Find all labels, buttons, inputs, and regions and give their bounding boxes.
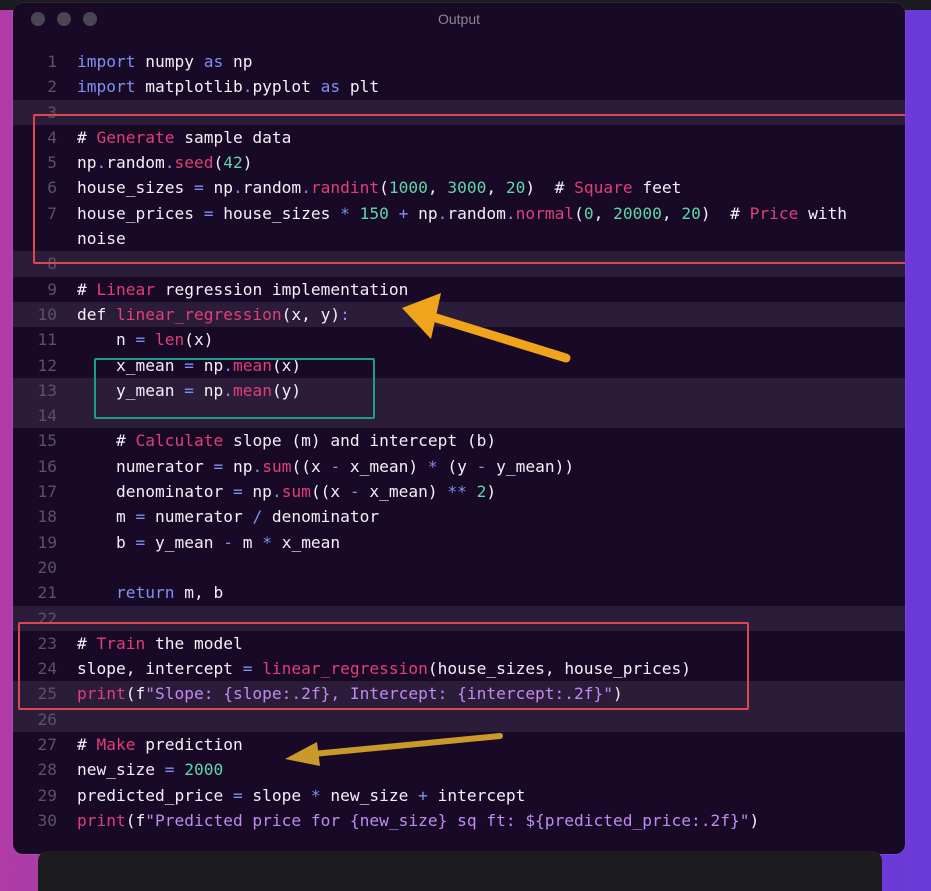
bottom-panel — [38, 851, 882, 891]
output-window: Output 1 import numpy as np 2 import matplo… — [13, 3, 905, 854]
annotation-arrows — [285, 293, 571, 766]
arrow-to-function-def — [402, 293, 571, 363]
arrow-to-prediction — [285, 733, 503, 766]
